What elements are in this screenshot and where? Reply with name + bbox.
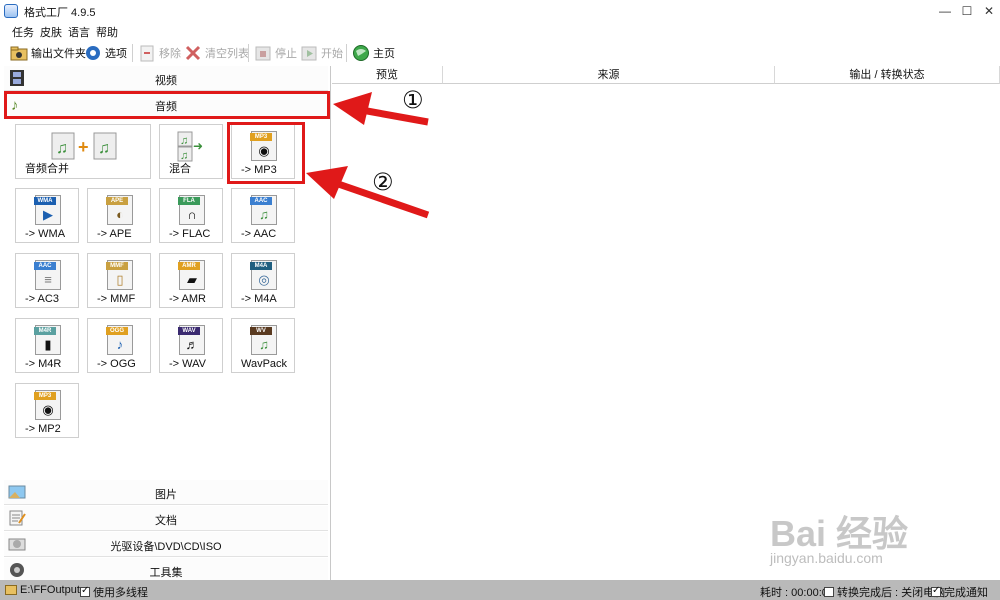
elapsed-time: 耗时 : 00:00:00 — [760, 587, 834, 599]
multithread-checkbox[interactable] — [80, 585, 90, 597]
notify-checkbox[interactable] — [931, 585, 941, 597]
multithread-label: 使用多线程 — [93, 587, 148, 599]
after-convert-checkbox[interactable] — [824, 587, 834, 597]
folder-icon — [5, 585, 17, 595]
notify-label: 完成通知 — [944, 587, 988, 599]
annotation-number-two: ② — [372, 169, 394, 196]
output-path-text: E:\FFOutput — [20, 584, 80, 596]
annotation-number-one: ① — [402, 87, 424, 114]
after-convert-option[interactable]: 转换完成后 : 关闭电脑 — [824, 584, 945, 600]
notify-option[interactable]: 完成通知 — [931, 584, 988, 600]
multithread-option[interactable]: 使用多线程 — [80, 584, 148, 600]
status-bar: E:\FFOutput 使用多线程 耗时 : 00:00:00 转换完成后 : … — [0, 580, 1000, 600]
output-path: E:\FFOutput — [5, 584, 80, 596]
after-convert-label: 转换完成后 : 关闭电脑 — [837, 587, 946, 599]
annotation-arrows — [306, 92, 430, 219]
